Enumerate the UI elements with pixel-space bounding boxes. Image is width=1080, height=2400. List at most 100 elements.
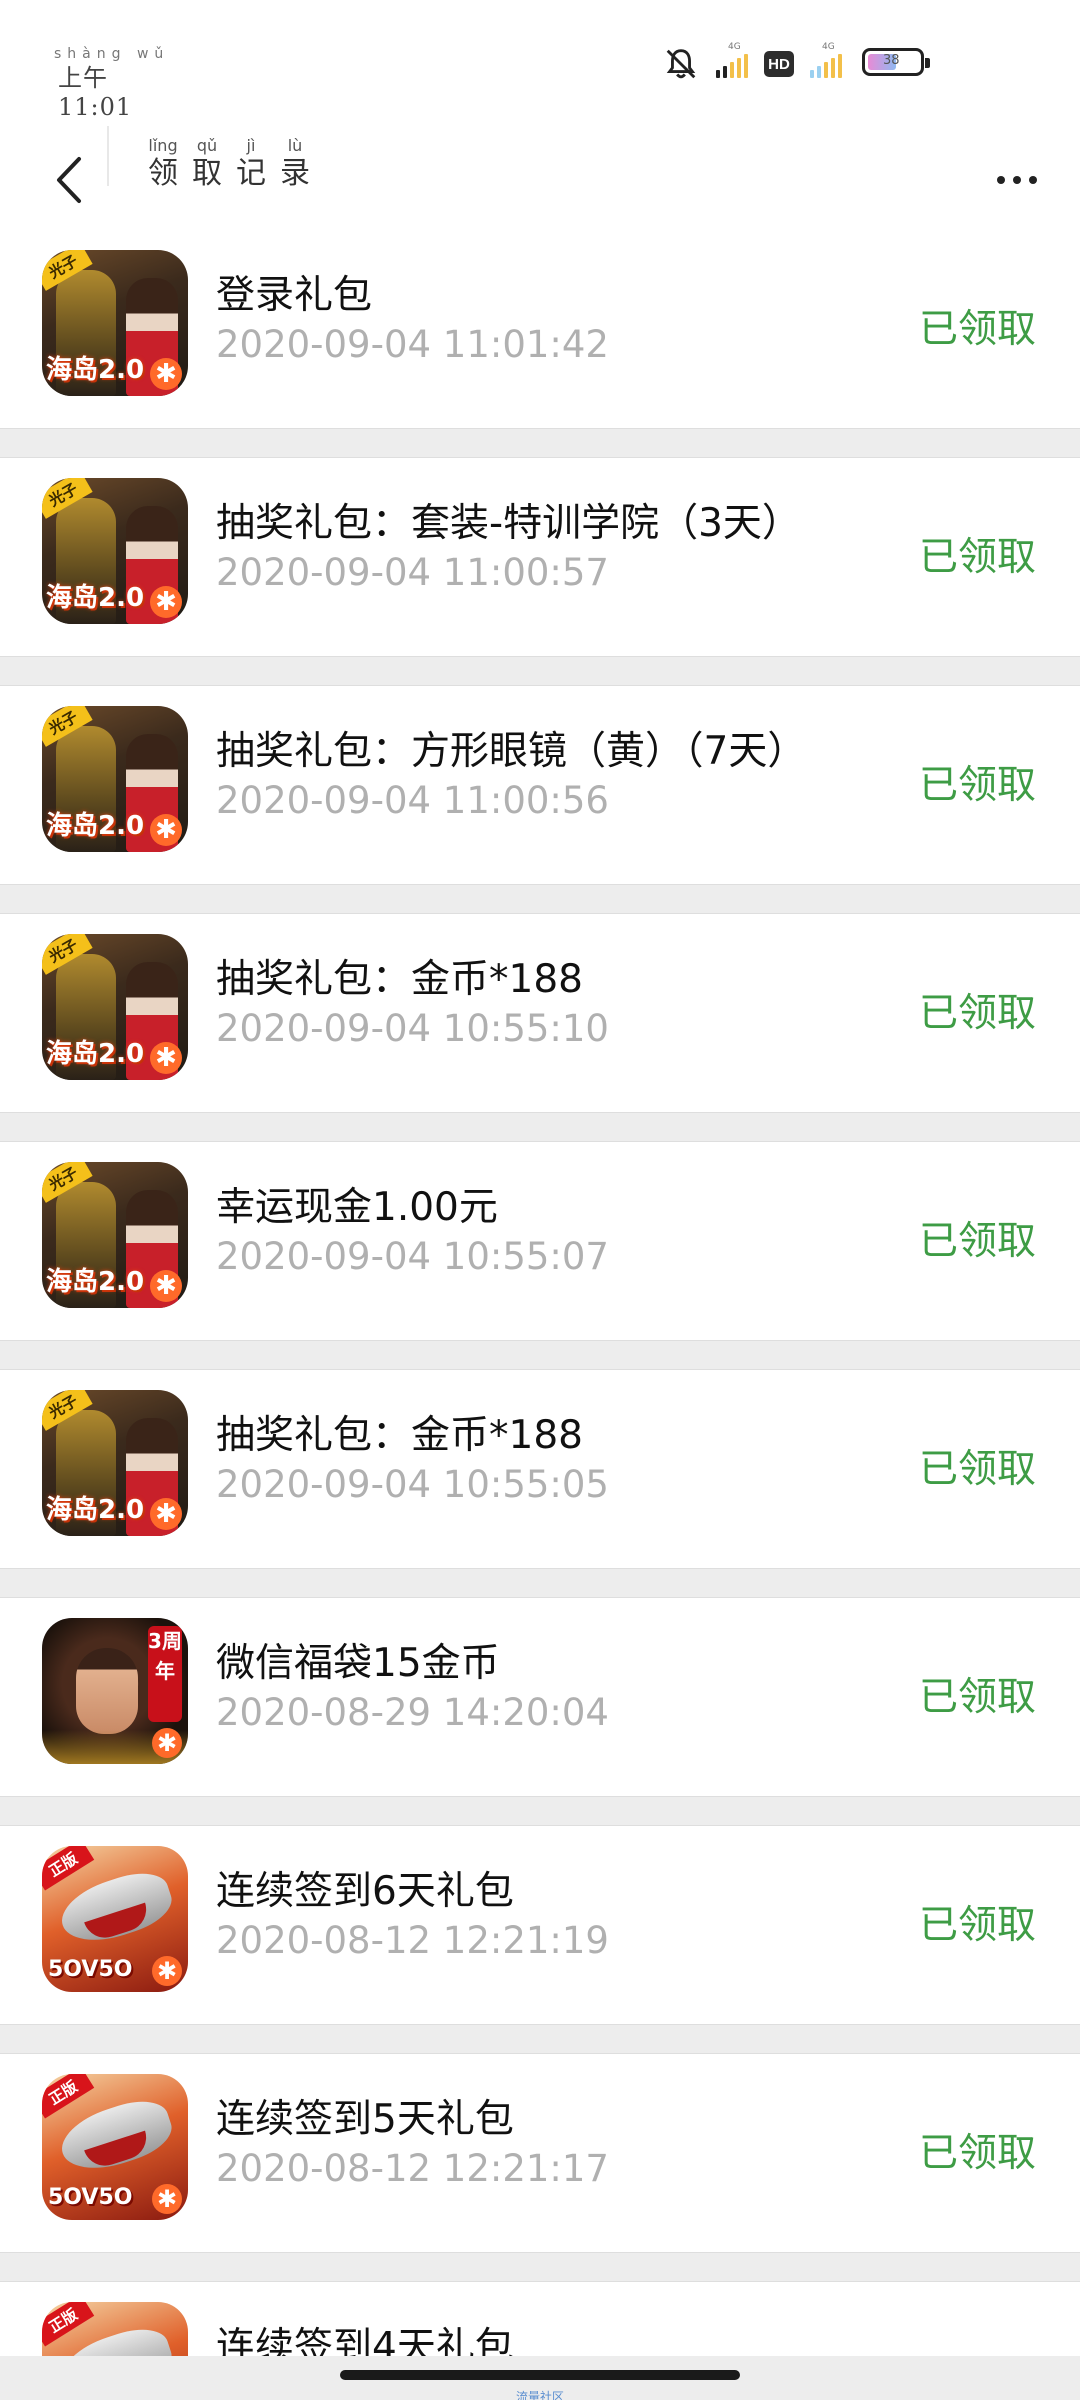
header-divider xyxy=(107,126,109,186)
star-icon: ✱ xyxy=(152,1728,182,1758)
list-item[interactable]: 光子 海岛2.0 ✱ 登录礼包 2020-09-04 11:01:42 已领取 xyxy=(0,230,1080,428)
record-time: 2020-09-04 11:00:57 xyxy=(216,551,609,594)
icon-version: 5OV5O xyxy=(48,1957,133,1982)
game-icon-shark: 正版 5OV5O ✱ xyxy=(42,2074,188,2220)
more-dot-icon xyxy=(1029,176,1037,184)
record-time: 2020-08-29 14:20:04 xyxy=(216,1691,609,1734)
icon-tag: 正版 xyxy=(42,2074,95,2119)
record-status: 已领取 xyxy=(918,535,1036,580)
clock-time: 上午11:01 xyxy=(58,64,133,121)
list-item[interactable]: 光子 海岛2.0 ✱ 抽奖礼包：金币*188 2020-09-04 10:55:… xyxy=(0,914,1080,1112)
battery-percent: 38 xyxy=(883,53,900,68)
list-separator xyxy=(0,2252,1080,2282)
icon-tag: 正版 xyxy=(42,1846,95,1891)
title-char-hanzi: 取 xyxy=(192,156,222,191)
more-options-button[interactable] xyxy=(984,150,1050,210)
sim1-network-label: 4G xyxy=(728,42,741,52)
title-char: jì 记 xyxy=(236,136,266,192)
list-item[interactable]: 光子 海岛2.0 ✱ 抽奖礼包：方形眼镜（黄）（7天） 2020-09-04 1… xyxy=(0,686,1080,884)
list-separator xyxy=(0,2024,1080,2054)
title-char-hanzi: 领 xyxy=(148,156,178,191)
page-title: lǐng 领 qǔ 取 jì 记 lù 录 xyxy=(148,136,310,192)
icon-version: 海岛2.0 xyxy=(46,811,145,841)
record-status: 已领取 xyxy=(918,991,1036,1036)
game-icon-pubg: 光子 海岛2.0 ✱ xyxy=(42,934,188,1080)
record-title: 连续签到5天礼包 xyxy=(216,2097,514,2142)
record-title: 抽奖礼包：金币*188 xyxy=(216,1413,583,1458)
game-icon-hero: 3周年 ✱ xyxy=(42,1618,188,1764)
title-char: lù 录 xyxy=(280,136,310,192)
battery-icon: 38 xyxy=(862,48,930,76)
game-icon-pubg: 光子 海岛2.0 ✱ xyxy=(42,478,188,624)
game-icon-pubg: 光子 海岛2.0 ✱ xyxy=(42,1162,188,1308)
bottom-caption: 流量社区 xyxy=(515,2390,564,2400)
record-title: 抽奖礼包：金币*188 xyxy=(216,957,583,1002)
hd-voice-icon: HD xyxy=(764,51,794,77)
icon-version: 海岛2.0 xyxy=(46,355,145,385)
star-icon: ✱ xyxy=(152,1956,182,1986)
record-title: 微信福袋15金币 xyxy=(216,1641,500,1686)
list-separator xyxy=(0,1796,1080,1826)
game-icon-pubg: 光子 海岛2.0 ✱ xyxy=(42,706,188,852)
list-item[interactable]: 光子 海岛2.0 ✱ 抽奖礼包：套装-特训学院（3天） 2020-09-04 1… xyxy=(0,458,1080,656)
home-gesture-bar[interactable] xyxy=(340,2370,740,2380)
more-dot-icon xyxy=(997,176,1005,184)
record-status: 已领取 xyxy=(918,1675,1036,1720)
icon-figure xyxy=(54,1864,178,1952)
game-icon-shark: 正版 5OV5O ✱ xyxy=(42,1846,188,1992)
star-icon: ✱ xyxy=(150,1042,182,1074)
icon-version: 海岛2.0 xyxy=(46,1039,145,1069)
back-button[interactable] xyxy=(30,130,110,230)
record-title: 登录礼包 xyxy=(216,273,373,318)
chevron-left-icon xyxy=(57,157,81,203)
star-icon: ✱ xyxy=(150,358,182,390)
icon-tag: 3周年 xyxy=(148,1626,182,1722)
record-status: 已领取 xyxy=(918,1903,1036,1948)
list-item[interactable]: 3周年 ✱ 微信福袋15金币 2020-08-29 14:20:04 已领取 xyxy=(0,1598,1080,1796)
icon-version: 海岛2.0 xyxy=(46,583,145,613)
list-item[interactable]: 光子 海岛2.0 ✱ 抽奖礼包：金币*188 2020-09-04 10:55:… xyxy=(0,1370,1080,1568)
icon-figure xyxy=(54,2092,178,2180)
record-title: 抽奖礼包：套装-特训学院（3天） xyxy=(216,501,801,546)
star-icon: ✱ xyxy=(152,2184,182,2214)
status-icons: 4G HD 4G xyxy=(662,42,842,84)
more-dot-icon xyxy=(1013,176,1021,184)
list-separator xyxy=(0,884,1080,914)
record-status: 已领取 xyxy=(918,763,1036,808)
record-list: 光子 海岛2.0 ✱ 登录礼包 2020-09-04 11:01:42 已领取 … xyxy=(0,230,1080,2400)
record-time: 2020-09-04 11:01:42 xyxy=(216,323,609,366)
star-icon: ✱ xyxy=(150,814,182,846)
record-time: 2020-08-12 12:21:17 xyxy=(216,2147,609,2190)
icon-tag: 正版 xyxy=(42,2302,95,2347)
icon-version: 海岛2.0 xyxy=(46,1495,145,1525)
record-title: 抽奖礼包：方形眼镜（黄）（7天） xyxy=(216,729,807,774)
icon-version: 海岛2.0 xyxy=(46,1267,145,1297)
list-item[interactable]: 正版 5OV5O ✱ 连续签到5天礼包 2020-08-12 12:21:17 … xyxy=(0,2054,1080,2252)
battery-cap xyxy=(925,58,930,68)
record-title: 幸运现金1.00元 xyxy=(216,1185,498,1230)
list-separator xyxy=(0,428,1080,458)
record-status: 已领取 xyxy=(918,307,1036,352)
star-icon: ✱ xyxy=(150,1270,182,1302)
title-char: qǔ 取 xyxy=(192,136,222,192)
status-bar: shàng wǔ 上午11:01 4G HD 4G 38 xyxy=(0,0,1080,130)
record-time: 2020-09-04 10:55:07 xyxy=(216,1235,609,1278)
record-status: 已领取 xyxy=(918,1219,1036,1264)
mute-bell-icon xyxy=(666,49,696,79)
game-icon-pubg: 光子 海岛2.0 ✱ xyxy=(42,250,188,396)
sim2-network-label: 4G xyxy=(822,42,835,52)
record-time: 2020-09-04 10:55:05 xyxy=(216,1463,609,1506)
app-header: lǐng 领 qǔ 取 jì 记 lù 录 xyxy=(0,126,1080,230)
title-char-pinyin: lǐng xyxy=(148,136,178,155)
icon-figure xyxy=(76,1648,138,1734)
list-separator xyxy=(0,1568,1080,1598)
record-time: 2020-09-04 11:00:56 xyxy=(216,779,609,822)
list-item[interactable]: 光子 海岛2.0 ✱ 幸运现金1.00元 2020-09-04 10:55:07… xyxy=(0,1142,1080,1340)
list-item[interactable]: 正版 5OV5O ✱ 连续签到6天礼包 2020-08-12 12:21:19 … xyxy=(0,1826,1080,2024)
title-char-pinyin: qǔ xyxy=(196,136,218,155)
record-time: 2020-08-12 12:21:19 xyxy=(216,1919,609,1962)
list-separator xyxy=(0,656,1080,686)
signal-sim1-icon: 4G xyxy=(716,42,748,78)
title-char-pinyin: lù xyxy=(287,136,303,155)
title-char-hanzi: 录 xyxy=(280,156,310,191)
